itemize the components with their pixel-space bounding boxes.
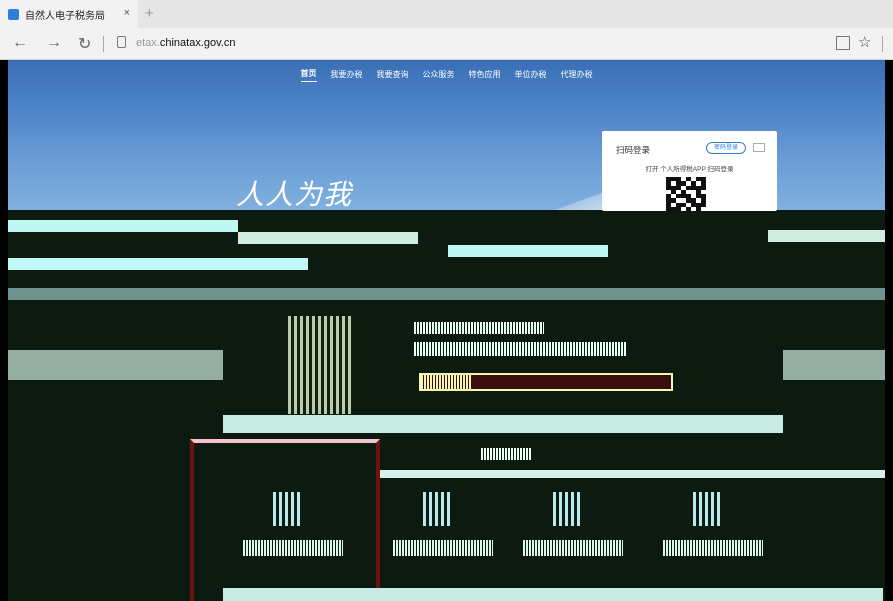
toolbar-divider [882,36,883,52]
promo-action-text [421,375,471,389]
tab-close-icon[interactable]: × [124,7,130,19]
service-label [663,540,763,556]
favorite-star-icon[interactable]: ☆ [858,33,871,51]
service-item[interactable] [233,492,353,572]
service-item[interactable] [653,492,773,572]
glitch-strip [783,350,885,380]
pc-login-icon[interactable] [753,143,765,152]
toolbar-divider [103,36,104,52]
glitch-strip [8,220,238,232]
service-icon [423,492,453,526]
service-label [243,540,343,556]
divider-strip [223,588,883,601]
person-illustration [288,316,352,414]
glitch-strip [8,258,308,270]
glitch-strip [8,288,885,300]
url-domain: chinatax.gov.cn [159,37,236,49]
tab-title: 自然人电子税务局 [25,10,105,22]
refresh-button[interactable]: ↻ [78,34,91,54]
nav-item-public-service[interactable]: 公众服务 [423,67,455,82]
back-button[interactable]: ← [12,34,28,52]
glitch-strip [448,245,608,257]
main-nav: 首页 我要办税 我要查询 公众服务 特色应用 单位办税 代理办税 [8,60,885,88]
url-field[interactable]: etax.chinatax.gov.cn [136,37,235,49]
divider-strip [223,415,783,433]
new-tab-icon[interactable]: + [145,5,154,22]
service-icon [273,492,303,526]
service-item[interactable] [383,492,503,572]
nav-item-unit-tax[interactable]: 单位办税 [515,67,547,82]
login-qr-code-icon [666,177,706,211]
browser-tab[interactable]: 自然人电子税务局 × [0,0,138,28]
qr-login-card: 扫码登录 密码登录 打开 个人所得税APP 扫码登录 [602,131,777,211]
nav-item-featured-apps[interactable]: 特色应用 [469,67,501,82]
service-icon [693,492,723,526]
reading-view-icon[interactable] [836,36,850,50]
promo-subheading [414,342,626,356]
browser-tab-bar: 自然人电子税务局 × + [0,0,893,28]
address-bar: ← → ↻ etax.chinatax.gov.cn ☆ [0,28,893,60]
login-hint: 打开 个人所得税APP 扫码登录 [645,166,734,173]
service-label [393,540,493,556]
lock-icon [117,36,126,48]
service-icon [553,492,583,526]
url-prefix: etax. [136,37,160,49]
web-page: 首页 我要办税 我要查询 公众服务 特色应用 单位办税 代理办税 人人为我 扫码… [8,60,885,601]
section-divider [380,470,885,478]
nav-item-query[interactable]: 我要查询 [377,67,409,82]
promo-heading [414,322,544,334]
promo-action-bar[interactable] [419,373,673,391]
glitch-strip [8,350,223,380]
glitch-strip [238,232,418,244]
service-item[interactable] [513,492,633,572]
login-title: 扫码登录 [616,145,651,155]
nav-item-home[interactable]: 首页 [300,66,317,82]
password-login-button[interactable]: 密码登录 [706,142,746,154]
section-title [481,448,531,460]
hero-slogan: 人人为我 [236,178,353,211]
nav-item-agent-tax[interactable]: 代理办税 [561,67,593,82]
site-favicon-icon [8,8,19,20]
forward-button[interactable]: → [46,34,62,52]
glitch-strip [768,230,885,242]
nav-item-tax-filing[interactable]: 我要办税 [331,67,363,82]
service-label [523,540,623,556]
